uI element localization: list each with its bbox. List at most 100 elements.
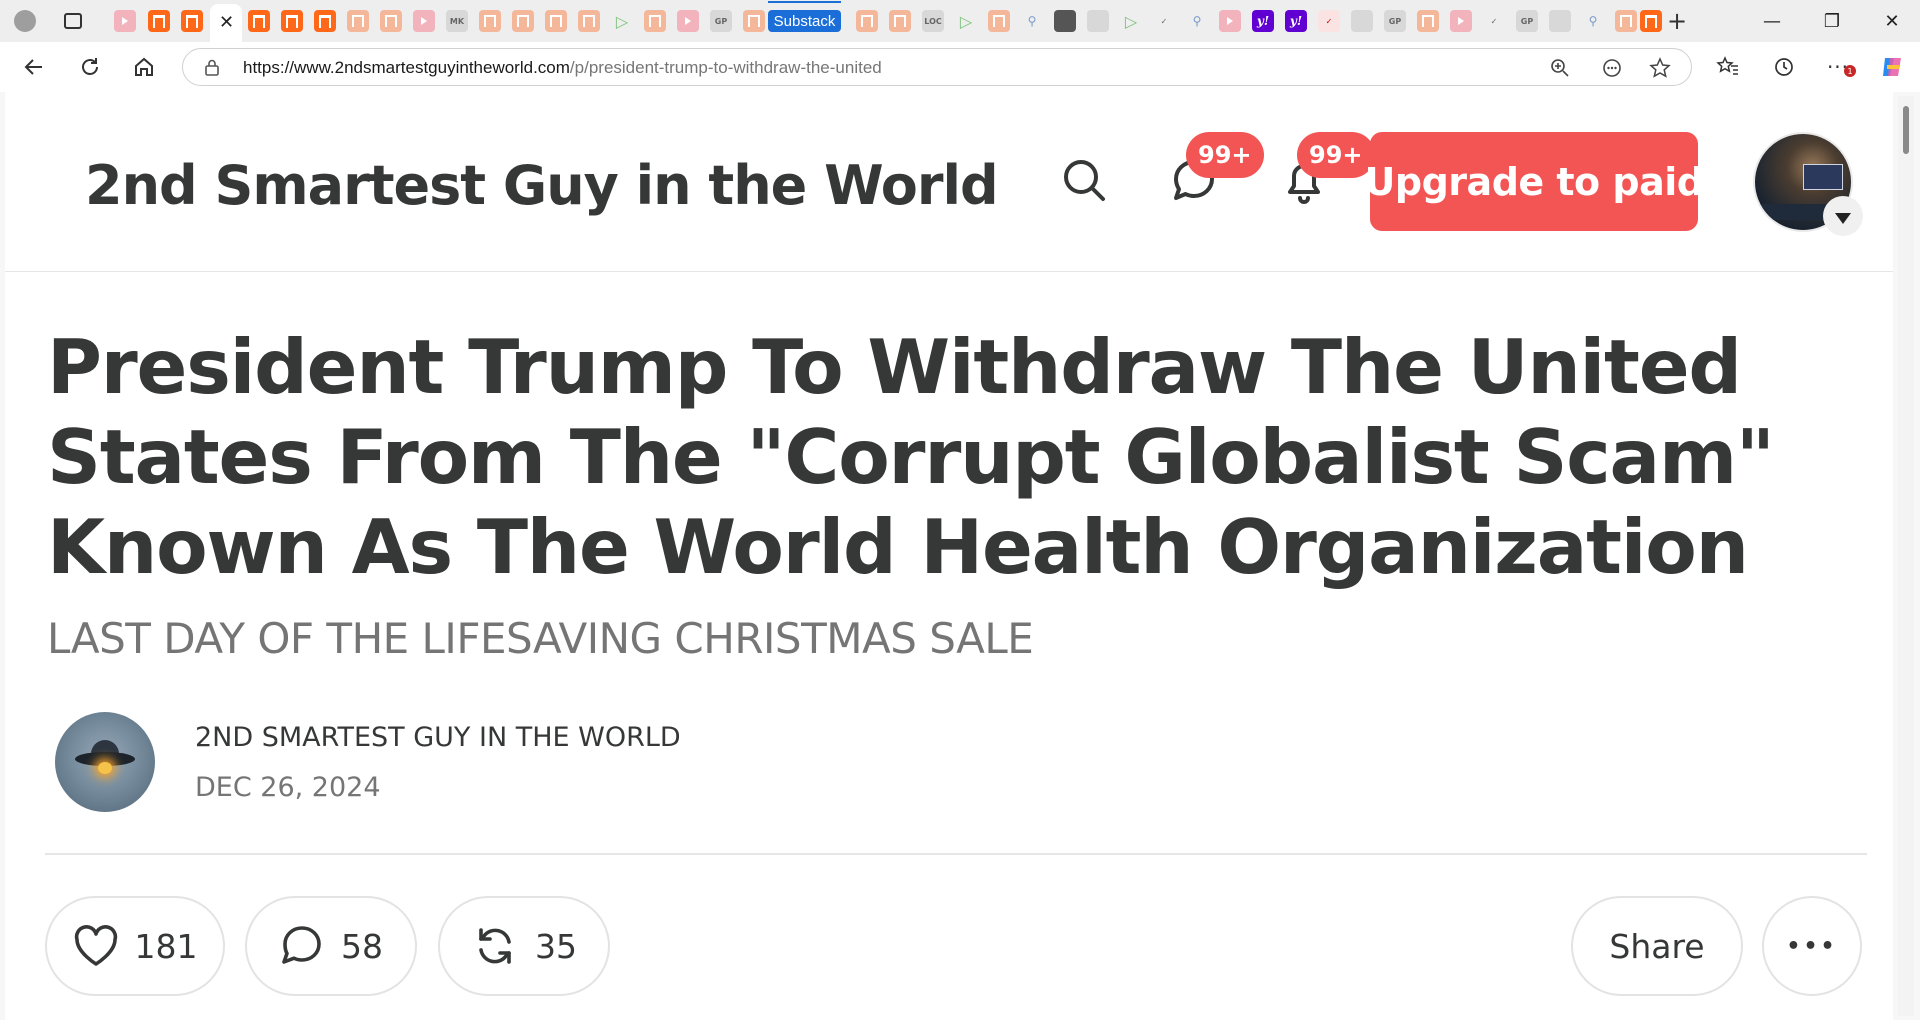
post-date: DEC 26, 2024 [195, 772, 381, 803]
restack-button[interactable]: 35 [438, 896, 610, 996]
tab-gp-icon[interactable]: GP [1516, 10, 1538, 32]
navigation-bar: https://www.2ndsmartestguyintheworld.com… [0, 42, 1920, 92]
tab-loc-icon[interactable]: LOC [922, 10, 944, 32]
extension-badge: 1 [1844, 65, 1856, 77]
like-count: 181 [134, 926, 198, 966]
more-options-button[interactable]: ••• [1762, 896, 1862, 996]
tab-site-icon[interactable]: ✓ [1318, 10, 1340, 32]
home-icon[interactable] [128, 51, 160, 83]
tab-substack-icon[interactable] [889, 10, 911, 32]
search-icon[interactable] [1058, 154, 1110, 206]
tab-gp-icon[interactable]: GP [1384, 10, 1406, 32]
url-text[interactable]: https://www.2ndsmartestguyintheworld.com… [243, 58, 882, 78]
favorites-icon[interactable] [1712, 51, 1744, 83]
reading-mode-icon[interactable] [1601, 57, 1623, 79]
tab-substack-icon[interactable] [181, 10, 203, 32]
tab-play-icon[interactable]: ▷ [955, 10, 977, 32]
tab-youtube-icon[interactable] [1450, 10, 1472, 32]
tab-substack-icon[interactable] [380, 10, 402, 32]
restore-button[interactable]: ❐ [1812, 6, 1852, 36]
post-subtitle: LAST DAY OF THE LIFESAVING CHRISTMAS SAL… [47, 614, 1034, 663]
close-window-button[interactable]: ✕ [1872, 6, 1912, 36]
share-label: Share [1609, 926, 1705, 966]
more-tools-icon[interactable]: ··· 1 [1822, 51, 1856, 83]
tab-mk-icon[interactable]: MK [446, 10, 468, 32]
page-scrollbar[interactable] [1898, 96, 1914, 1016]
lock-icon[interactable] [203, 58, 221, 76]
profile-icon[interactable] [14, 10, 36, 32]
like-button[interactable]: 181 [45, 896, 225, 996]
chevron-down-icon[interactable] [1823, 196, 1863, 236]
tab-site-icon[interactable] [1351, 10, 1373, 32]
share-button[interactable]: Share [1571, 896, 1743, 996]
tab-substack-icon[interactable] [1615, 10, 1637, 32]
tab-youtube-icon[interactable] [677, 10, 699, 32]
divider [45, 853, 1867, 855]
comment-icon [282, 926, 321, 964]
history-icon[interactable] [1768, 51, 1800, 83]
tab-bird-icon[interactable]: ✓ [1153, 10, 1175, 32]
minimize-button[interactable]: — [1752, 6, 1792, 36]
notifications-count-badge: 99+ [1297, 132, 1375, 178]
tab-yahoo-icon[interactable]: y! [1252, 10, 1274, 32]
tab-actions-icon[interactable] [64, 13, 82, 29]
tab-play-icon[interactable]: ▷ [1120, 10, 1142, 32]
tab-search-icon[interactable]: ⚲ [1582, 10, 1604, 32]
ufo-light-icon [98, 762, 112, 774]
scrollbar-thumb[interactable] [1903, 106, 1909, 154]
tab-substack-icon[interactable] [512, 10, 534, 32]
tab-substack-icon[interactable] [988, 10, 1010, 32]
tab-substack-icon[interactable] [479, 10, 501, 32]
more-options-icon: ••• [1786, 933, 1838, 959]
tab-substack-icon[interactable] [281, 10, 303, 32]
tab-strip: ✕ MK ▷ GP Substack LOC ▷ ⚲ ▷ ✓ ⚲ y! y! ✓… [0, 0, 1920, 42]
tab-substack-icon[interactable] [644, 10, 666, 32]
restack-count: 35 [535, 926, 577, 966]
new-tab-button[interactable]: + [1662, 6, 1692, 36]
tab-substack-icon[interactable] [856, 10, 878, 32]
active-tab[interactable]: ✕ [210, 4, 242, 42]
url-host: https://www.2ndsmartestguyintheworld.com [243, 58, 570, 77]
tab-play-icon[interactable]: ▷ [611, 10, 633, 32]
tab-search-icon[interactable]: ⚲ [1021, 10, 1043, 32]
tab-substack-icon[interactable] [578, 10, 600, 32]
tab-site-icon[interactable] [1549, 10, 1571, 32]
tab-substack-icon[interactable] [545, 10, 567, 32]
tab-youtube-icon[interactable] [114, 10, 136, 32]
tab-yahoo-icon[interactable]: y! [1285, 10, 1307, 32]
tab-group-indicator [768, 1, 841, 3]
tab-substack-icon[interactable] [1640, 10, 1662, 32]
comment-button[interactable]: 58 [245, 896, 417, 996]
tab-substack-icon[interactable] [743, 10, 765, 32]
tab-substack-icon[interactable] [314, 10, 336, 32]
tab-gp-icon[interactable]: GP [710, 10, 732, 32]
tab-youtube-icon[interactable] [1219, 10, 1241, 32]
refresh-icon[interactable] [74, 51, 106, 83]
tab-youtube-icon[interactable] [413, 10, 435, 32]
tab-substack-icon[interactable] [248, 10, 270, 32]
site-header: 2nd Smartest Guy in the World 99+ 99+ Up… [5, 92, 1893, 272]
upgrade-to-paid-button[interactable]: Upgrade to paid [1365, 132, 1704, 231]
favorite-star-icon[interactable] [1649, 57, 1671, 79]
publication-name[interactable]: 2nd Smartest Guy in the World [85, 154, 999, 217]
back-icon[interactable] [18, 51, 50, 83]
tab-site-icon[interactable] [1087, 10, 1109, 32]
tab-site-icon[interactable] [1054, 10, 1076, 32]
tab-substack-icon[interactable] [347, 10, 369, 32]
author-avatar[interactable] [55, 712, 155, 812]
chat-count-badge: 99+ [1186, 132, 1264, 178]
tab-group-substack[interactable]: Substack [768, 10, 841, 32]
substack-post-page: 2nd Smartest Guy in the World 99+ 99+ Up… [5, 92, 1893, 1020]
avatar-photo-detail [1803, 164, 1843, 190]
tab-site-icon[interactable] [1417, 10, 1439, 32]
address-bar[interactable]: https://www.2ndsmartestguyintheworld.com… [182, 48, 1692, 86]
url-path: /p/president-trump-to-withdraw-the-unite… [569, 58, 882, 77]
tab-search-icon[interactable]: ⚲ [1186, 10, 1208, 32]
zoom-icon[interactable] [1549, 57, 1571, 79]
tab-bird-icon[interactable]: ✓ [1483, 10, 1505, 32]
copilot-icon[interactable] [1876, 51, 1908, 83]
close-tab-icon[interactable]: ✕ [219, 10, 234, 36]
tab-substack-icon[interactable] [148, 10, 170, 32]
heart-icon [74, 925, 117, 966]
author-name[interactable]: 2ND SMARTEST GUY IN THE WORLD [195, 722, 681, 753]
